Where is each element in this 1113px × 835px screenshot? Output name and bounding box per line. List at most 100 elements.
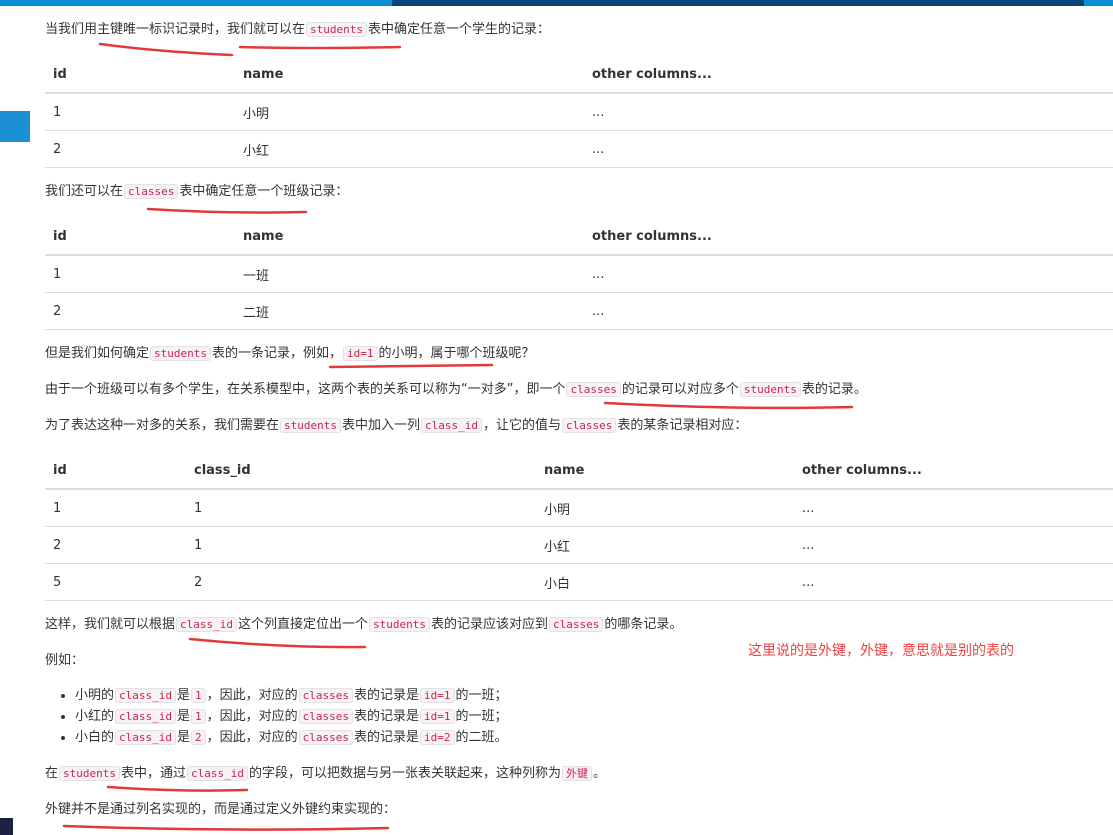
- text: 表的某条记录相对应：: [617, 418, 748, 433]
- classes-table: id name other columns... 1 一班 ... 2 二班 .…: [45, 218, 1113, 330]
- text: 表的一条记录，例如，: [212, 346, 343, 361]
- inline-code: classes: [124, 184, 179, 199]
- cell-id: 5: [45, 563, 186, 601]
- inline-code: id=1: [343, 346, 378, 361]
- cell-name: 二班: [235, 292, 584, 330]
- text: 是: [177, 709, 191, 724]
- text: 小明的: [75, 688, 115, 703]
- text: 的字段，可以把数据与另一张表关联起来，这种列称为: [249, 766, 562, 781]
- cell-other: ...: [584, 130, 1113, 168]
- text: 我们还可以在: [45, 184, 124, 199]
- inline-code: 2: [191, 730, 206, 745]
- cell-name: 小明: [235, 93, 584, 131]
- text: 表的记录是: [354, 709, 420, 724]
- header-id: id: [45, 452, 186, 490]
- inline-code: classes: [298, 688, 354, 703]
- cell-other: ...: [584, 93, 1113, 131]
- cell-class-id: 1: [186, 489, 536, 527]
- text: 小白的: [75, 730, 115, 745]
- text: ，因此，对应的: [206, 730, 298, 745]
- inline-code: students: [150, 346, 211, 361]
- text: 表的记录应该对应到: [431, 617, 549, 632]
- inline-code: id=2: [420, 730, 455, 745]
- sidebar-bottom-tab[interactable]: [0, 818, 13, 835]
- header-other-columns: other columns...: [794, 452, 1113, 490]
- cell-name: 小白: [536, 563, 794, 601]
- cell-other: ...: [794, 489, 1113, 527]
- inline-code: students: [369, 617, 430, 632]
- table-row: 1 小明 ...: [45, 93, 1113, 131]
- text: 小红的: [75, 709, 115, 724]
- inline-code: 1: [191, 709, 206, 724]
- inline-code: classes: [562, 418, 617, 433]
- inline-code: classes: [549, 617, 604, 632]
- red-underline: [106, 785, 249, 792]
- students-table: id name other columns... 1 小明 ... 2 小红 .…: [45, 56, 1113, 168]
- text: 为了表达这种一对多的关系，我们需要在: [45, 418, 280, 433]
- text: 的一班；: [455, 709, 508, 724]
- table-row: 5 2 小白 ...: [45, 563, 1113, 601]
- inline-code: students: [739, 382, 801, 397]
- header-name: name: [235, 56, 584, 94]
- paragraph-5: 为了表达这种一对多的关系，我们需要在 students 表中加入一列 class_id…: [45, 416, 747, 436]
- example-list: 小明的class_id是1，因此，对应的classes表的记录是id=1的一班；…: [45, 685, 508, 748]
- text: 这样，我们就可以根据: [45, 617, 176, 632]
- cell-id: 2: [45, 130, 235, 168]
- text: 是: [177, 730, 191, 745]
- inline-code: classes: [566, 382, 621, 397]
- text: 由于一个班级可以有多个学生，在关系模型中，这两个表的关系可以称为“一对多”，即一…: [45, 382, 566, 397]
- text: 在: [45, 766, 59, 781]
- inline-code: 外键: [562, 766, 593, 781]
- paragraph-8: 在 students 表中，通过 class_id 的字段，可以把数据与另一张表关联起来…: [45, 764, 606, 784]
- table-row: 2 1 小红 ...: [45, 526, 1113, 564]
- cell-id: 1: [45, 93, 235, 131]
- header-other-columns: other columns...: [584, 56, 1113, 94]
- handwritten-annotation: 这里说的是外键，外键，意思就是别的表的: [748, 643, 1014, 659]
- paragraph-9: 外键并不是通过列名实现的，而是通过定义外键约束实现的：: [45, 802, 397, 817]
- cell-class-id: 2: [186, 563, 536, 601]
- table-row: 2 二班 ...: [45, 292, 1113, 330]
- table-header-row: id name other columns...: [45, 56, 1113, 94]
- inline-code: class_id: [187, 766, 248, 781]
- students-with-class-id-table: id class_id name other columns... 1 1 小明…: [45, 452, 1113, 601]
- inline-code: class_id: [115, 709, 176, 724]
- cell-id: 1: [45, 489, 186, 527]
- paragraph-7: 例如：: [45, 653, 85, 668]
- inline-code: 1: [191, 688, 206, 703]
- text: ，让它的值与: [483, 418, 562, 433]
- text: 的二班。: [455, 730, 508, 745]
- cell-other: ...: [794, 526, 1113, 564]
- header-other-columns: other columns...: [584, 218, 1113, 256]
- top-bar-progress: [392, 0, 1084, 6]
- list-item: 小白的class_id是2，因此，对应的classes表的记录是id=2的二班。: [75, 727, 508, 748]
- text: 表中加入一列: [342, 418, 421, 433]
- red-underline: [98, 42, 234, 57]
- table-row: 1 1 小明 ...: [45, 489, 1113, 527]
- top-bar: [0, 0, 1113, 6]
- sidebar-tab[interactable]: [0, 111, 30, 142]
- red-underline: [603, 401, 854, 410]
- inline-code: id=1: [420, 709, 455, 724]
- text: 表中确定任意一个学生的记录：: [368, 22, 551, 37]
- text: 当我们用主键唯一标识记录时，我们就可以在: [45, 22, 306, 37]
- cell-id: 2: [45, 292, 235, 330]
- cell-other: ...: [794, 563, 1113, 601]
- text: 表的记录是: [354, 688, 420, 703]
- cell-id: 1: [45, 255, 235, 293]
- red-underline: [188, 637, 367, 649]
- header-name: name: [235, 218, 584, 256]
- text: 的记录可以对应多个: [621, 382, 739, 397]
- red-underline: [62, 824, 390, 831]
- inline-code: students: [280, 418, 341, 433]
- list-item: 小明的class_id是1，因此，对应的classes表的记录是id=1的一班；: [75, 685, 508, 706]
- text: 的哪条记录。: [604, 617, 683, 632]
- red-underline: [146, 207, 308, 214]
- cell-name: 小明: [536, 489, 794, 527]
- inline-code: class_id: [176, 617, 237, 632]
- text: 的小明，属于哪个班级呢？: [378, 346, 535, 361]
- paragraph-2: 我们还可以在 classes 表中确定任意一个班级记录：: [45, 182, 348, 202]
- inline-code: class_id: [115, 688, 176, 703]
- paragraph-4: 由于一个班级可以有多个学生，在关系模型中，这两个表的关系可以称为“一对多”，即一…: [45, 380, 867, 400]
- inline-code: classes: [298, 730, 354, 745]
- text: 表的记录。: [801, 382, 867, 397]
